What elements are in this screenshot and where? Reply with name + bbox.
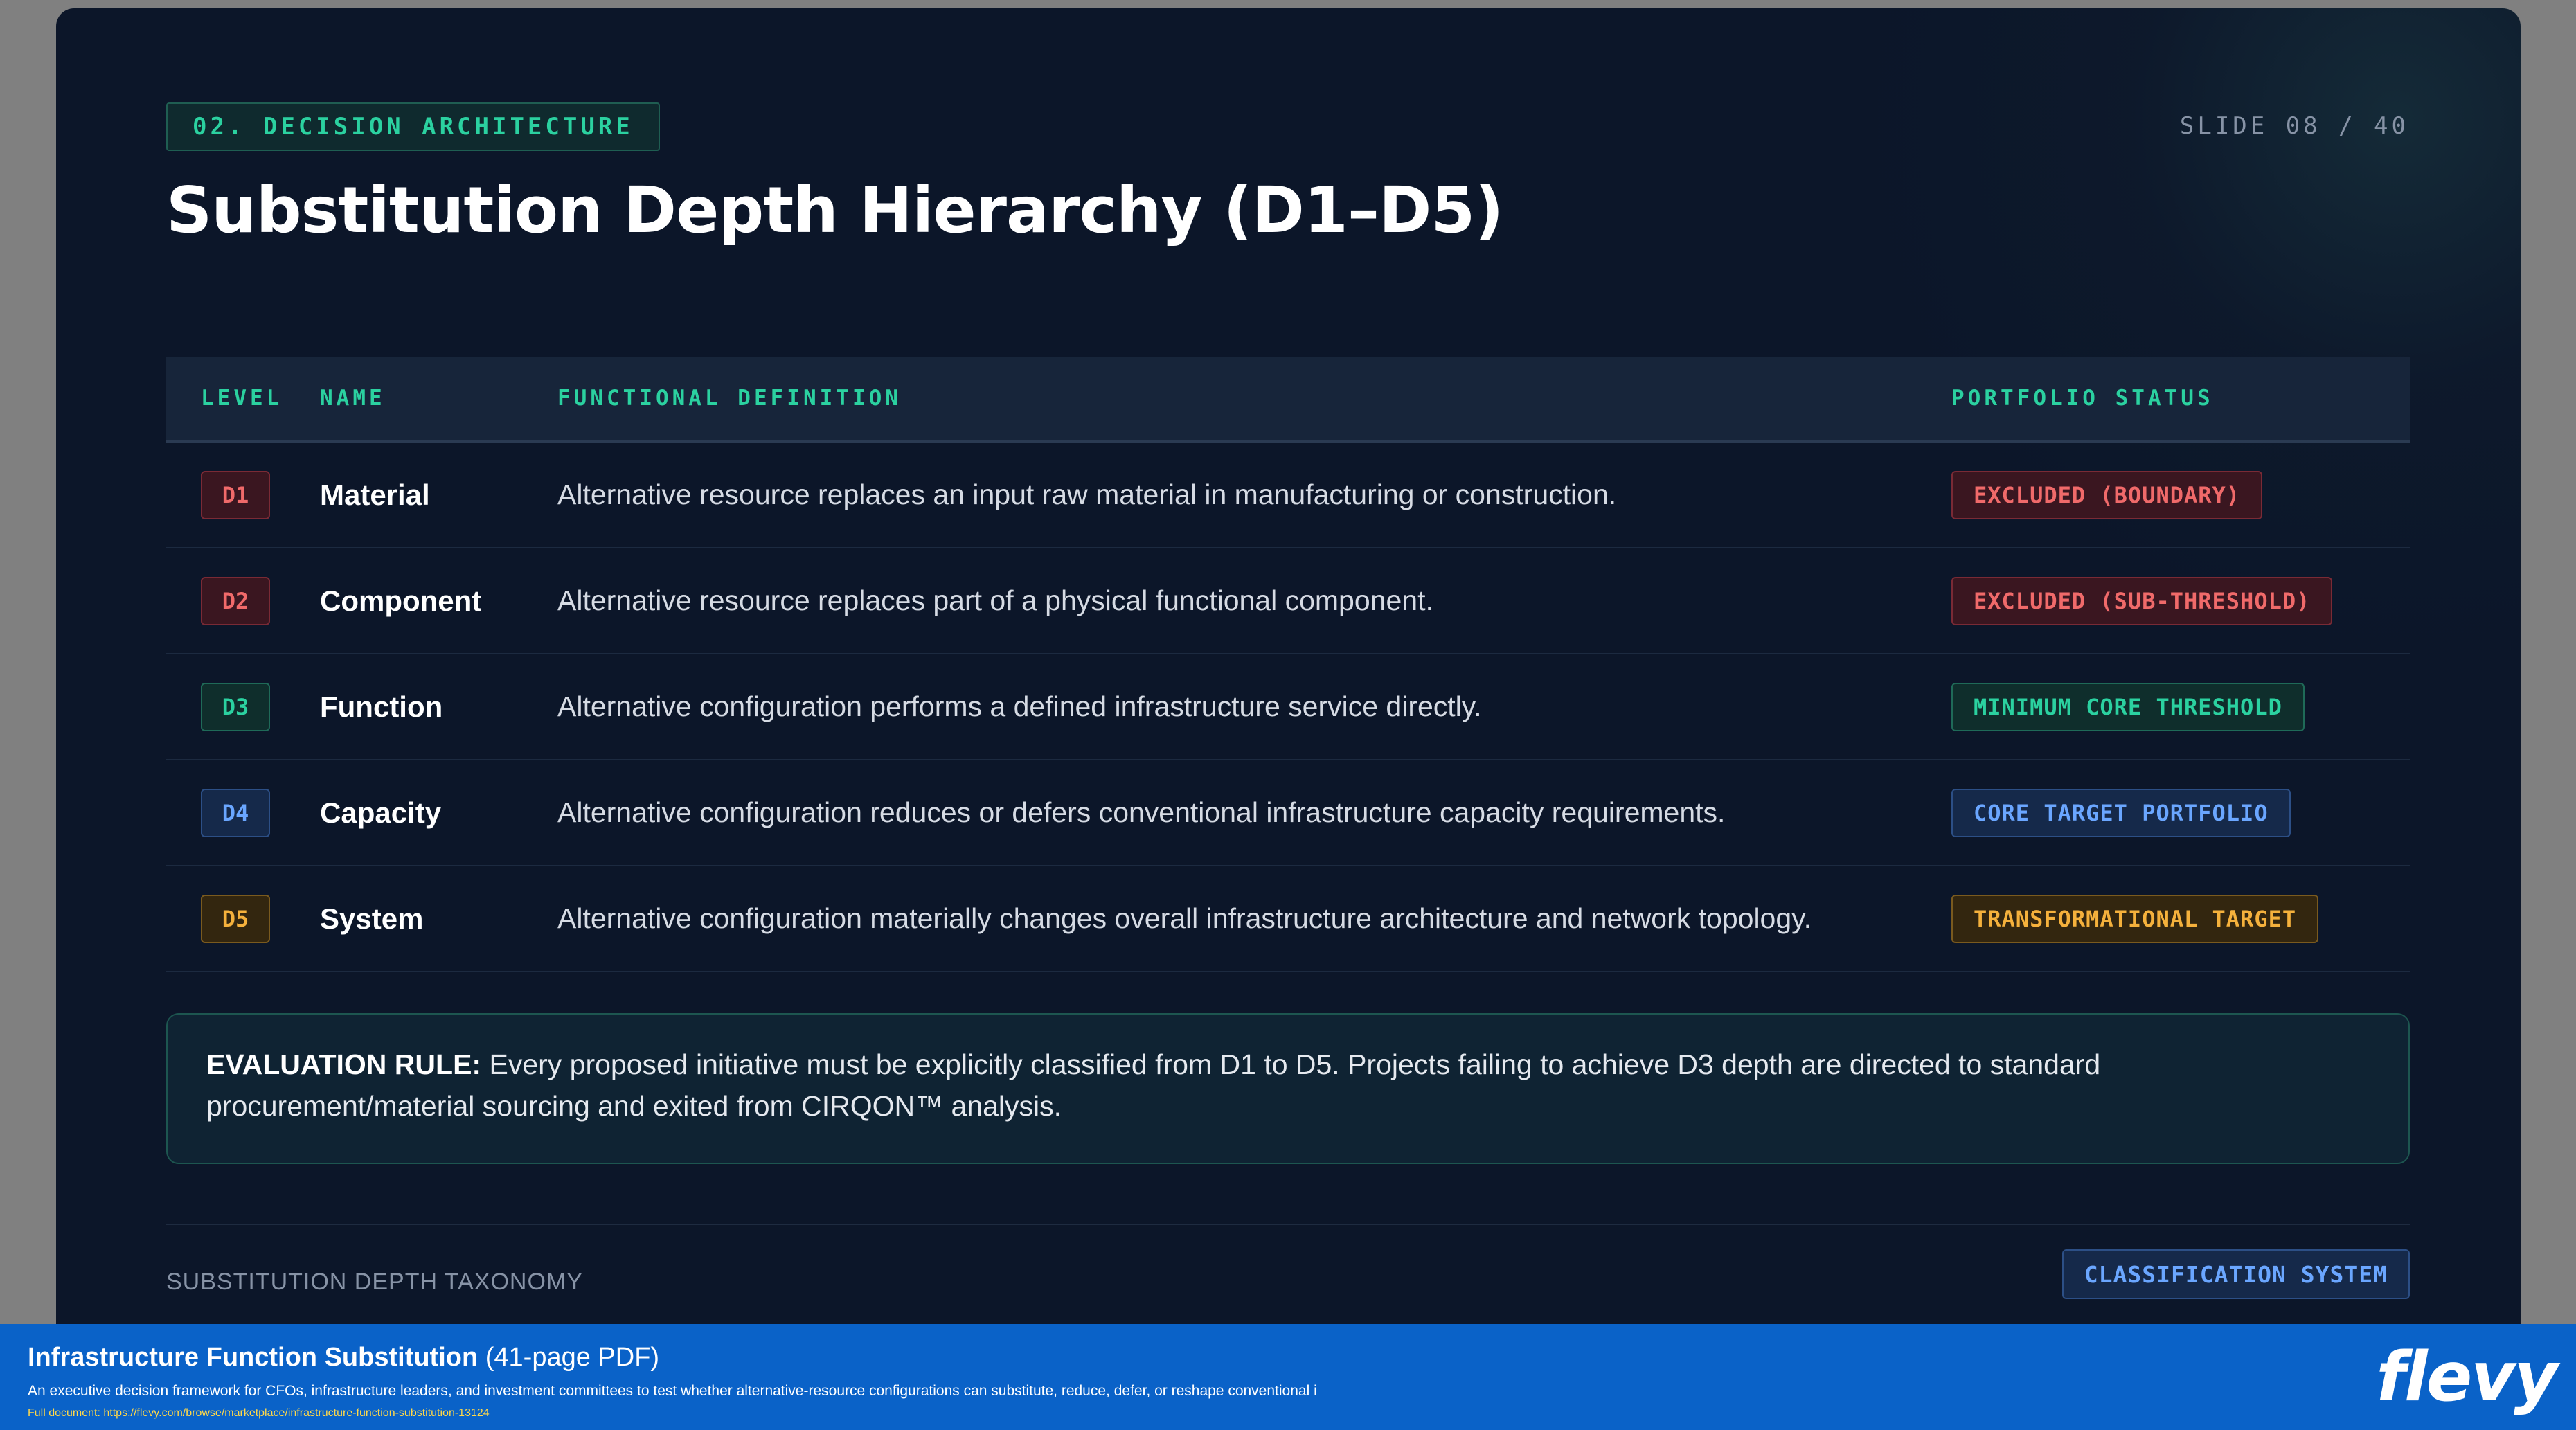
flevy-banner[interactable]: Infrastructure Function Substitution (41… [0, 1324, 2576, 1430]
level-definition: Alternative resource replaces an input r… [557, 479, 1617, 510]
banner-document-title: Infrastructure Function Substitution [28, 1343, 478, 1372]
level-name: System [320, 902, 424, 935]
status-badge: EXCLUDED (SUB-THRESHOLD) [1951, 576, 2333, 625]
level-name: Capacity [320, 796, 442, 829]
banner-description: An executive decision framework for CFOs… [28, 1383, 1317, 1399]
level-badge: D3 [201, 682, 270, 731]
level-definition: Alternative resource replaces part of a … [557, 584, 1433, 616]
level-name: Component [320, 584, 482, 617]
status-badge: CORE TARGET PORTFOLIO [1951, 788, 2291, 837]
banner-page-count: (41-page PDF) [478, 1343, 660, 1372]
evaluation-rule-label: EVALUATION RULE: [206, 1048, 482, 1080]
slide-title: Substitution Depth Hierarchy (D1–D5) [166, 173, 1503, 247]
header-level: LEVEL [201, 386, 283, 411]
level-definition: Alternative configuration materially cha… [557, 902, 1812, 934]
banner-title: Infrastructure Function Substitution (41… [28, 1343, 659, 1373]
banner-link[interactable]: Full document: https://flevy.com/browse/… [28, 1407, 490, 1420]
level-badge: D5 [201, 894, 270, 943]
status-badge: MINIMUM CORE THRESHOLD [1951, 682, 2305, 731]
slide: 02. DECISION ARCHITECTURE SLIDE 08 / 40 … [56, 8, 2521, 1359]
level-definition: Alternative configuration reduces or def… [557, 796, 1726, 828]
depth-table: LEVEL NAME FUNCTIONAL DEFINITION PORTFOL… [166, 357, 2410, 972]
flevy-logo[interactable]: flevy [2377, 1338, 2558, 1417]
header-status: PORTFOLIO STATUS [1951, 386, 2214, 411]
status-badge: EXCLUDED (BOUNDARY) [1951, 470, 2263, 519]
header-definition: FUNCTIONAL DEFINITION [557, 386, 902, 411]
level-name: Material [320, 478, 430, 511]
table-header: LEVEL NAME FUNCTIONAL DEFINITION PORTFOL… [166, 357, 2410, 443]
footer-label: SUBSTITUTION DEPTH TAXONOMY [166, 1269, 583, 1295]
table-row: D2 Component Alternative resource replac… [166, 548, 2410, 654]
evaluation-rule-box: EVALUATION RULE: Every proposed initiati… [166, 1013, 2410, 1164]
table-row: D5 System Alternative configuration mate… [166, 866, 2410, 972]
table-row: D1 Material Alternative resource replace… [166, 443, 2410, 548]
evaluation-rule-text: Every proposed initiative must be explic… [206, 1048, 2101, 1122]
level-name: Function [320, 690, 443, 723]
level-badge: D2 [201, 576, 270, 625]
table-row: D4 Capacity Alternative configuration re… [166, 760, 2410, 866]
header-name: NAME [320, 386, 386, 411]
section-tag: 02. DECISION ARCHITECTURE [166, 102, 660, 151]
table-row: D3 Function Alternative configuration pe… [166, 654, 2410, 760]
classification-badge: CLASSIFICATION SYSTEM [2061, 1249, 2410, 1299]
footer-divider [166, 1224, 2410, 1225]
level-definition: Alternative configuration performs a def… [557, 690, 1482, 722]
level-badge: D4 [201, 788, 270, 837]
level-badge: D1 [201, 470, 270, 519]
status-badge: TRANSFORMATIONAL TARGET [1951, 894, 2319, 943]
slide-number: SLIDE 08 / 40 [2179, 112, 2409, 140]
